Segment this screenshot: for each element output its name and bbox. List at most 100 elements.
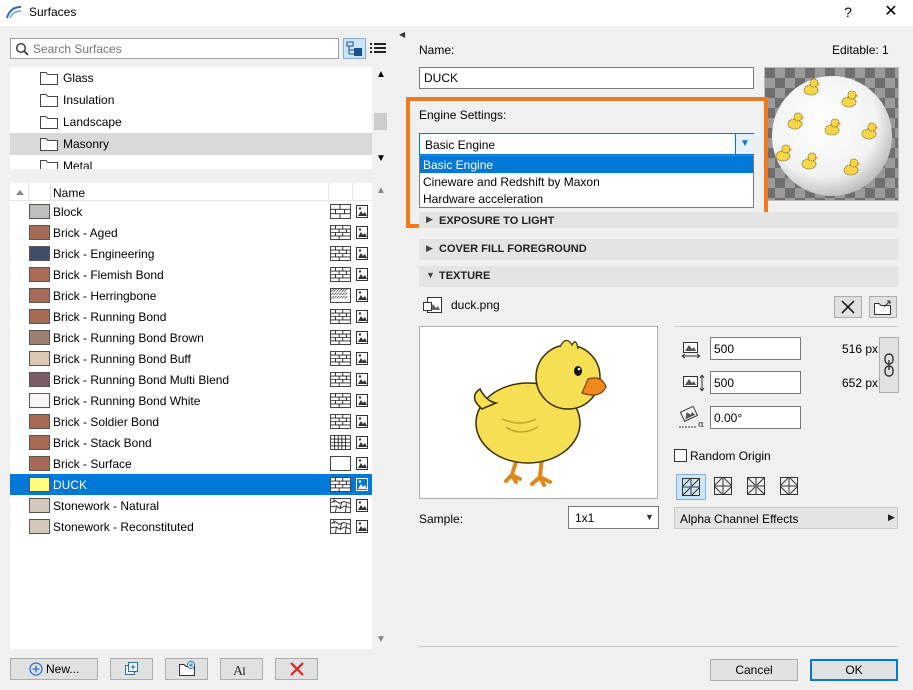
engine-select[interactable]: Basic Engine ▼ (419, 133, 754, 155)
list-item[interactable]: Brick - Soldier Bond (10, 411, 372, 432)
cancel-button[interactable]: Cancel (710, 659, 798, 681)
new-folder-button[interactable] (165, 658, 208, 680)
alpha-channel-label: Alpha Channel Effects (680, 512, 799, 526)
name-input[interactable] (419, 67, 754, 89)
folder-item[interactable]: Insulation (10, 89, 372, 111)
mirror-none-button[interactable] (676, 474, 706, 500)
divider (419, 646, 898, 647)
folder-item-selected[interactable]: Masonry (10, 133, 372, 155)
list-scrollbar[interactable] (372, 183, 389, 649)
chevron-down-icon[interactable]: ▼ (735, 134, 754, 154)
color-swatch (29, 498, 50, 513)
scrollbar-thumb[interactable] (374, 113, 387, 130)
open-texture-button[interactable] (869, 296, 897, 318)
texture-icon (355, 225, 369, 240)
name-column-header[interactable]: Name (53, 186, 85, 200)
link-dimensions-button[interactable] (879, 337, 899, 393)
color-swatch (29, 393, 50, 408)
texture-height-input[interactable] (710, 371, 801, 394)
mirror-x-button[interactable] (709, 474, 739, 500)
surface-name: Block (53, 205, 83, 219)
list-item[interactable]: Brick - Flemish Bond (10, 264, 372, 285)
random-origin-checkbox[interactable] (674, 449, 687, 462)
fill-pattern-icon (330, 393, 351, 408)
surface-name: Brick - Aged (53, 226, 118, 240)
section-exposure-to-light[interactable]: ▶ EXPOSURE TO LIGHT (419, 212, 898, 228)
duplicate-button[interactable] (110, 658, 153, 680)
list-item[interactable]: Brick - Running Bond Multi Blend (10, 369, 372, 390)
engine-settings-label: Engine Settings: (419, 108, 507, 122)
new-button-label: New... (45, 662, 80, 676)
scroll-up-icon[interactable]: ▲ (376, 185, 386, 196)
color-swatch (29, 477, 50, 492)
list-item[interactable]: Brick - Running Bond Buff (10, 348, 372, 369)
list-item[interactable]: Brick - Stack Bond (10, 432, 372, 453)
sample-select[interactable]: 1x1 ▼ (568, 506, 659, 529)
engine-option[interactable]: Basic Engine (420, 156, 753, 173)
texture-height-icon (683, 374, 705, 392)
folder-item[interactable]: Glass (10, 67, 372, 89)
list-item[interactable]: Brick - Running Bond White (10, 390, 372, 411)
fill-pattern-icon (330, 330, 351, 345)
section-texture[interactable]: ▼ TEXTURE (419, 266, 898, 287)
new-surface-button[interactable]: New... (10, 658, 98, 680)
search-box[interactable] (10, 38, 339, 59)
texture-angle-icon: α (679, 405, 704, 429)
list-item[interactable]: Stonework - Natural (10, 495, 372, 516)
color-swatch (29, 309, 50, 324)
list-item[interactable]: Brick - Running Bond (10, 306, 372, 327)
clear-texture-button[interactable] (834, 296, 862, 318)
list-item[interactable]: Brick - Surface (10, 453, 372, 474)
title-bar: Surfaces ? ✕ (0, 0, 913, 26)
texture-icon (355, 246, 369, 261)
tree-view-button[interactable] (343, 38, 366, 59)
texture-angle-input[interactable] (710, 406, 801, 429)
list-view-button[interactable] (368, 38, 390, 59)
list-item[interactable]: Brick - Engineering (10, 243, 372, 264)
list-item-selected[interactable]: DUCK (10, 474, 372, 495)
alpha-channel-effects-button[interactable]: Alpha Channel Effects ▶ (674, 507, 898, 529)
texture-icon (355, 309, 369, 324)
new-folder-icon (178, 661, 195, 676)
scroll-down-icon[interactable]: ▼ (376, 153, 386, 164)
color-swatch (29, 435, 50, 450)
mirror-y-button[interactable] (742, 474, 772, 500)
folder-item[interactable]: Landscape (10, 111, 372, 133)
close-button[interactable]: ✕ (880, 3, 902, 23)
texture-mirror-xy-icon (780, 477, 798, 495)
fill-pattern-icon (330, 288, 351, 303)
list-item[interactable]: Brick - Running Bond Brown (10, 327, 372, 348)
ok-button[interactable]: OK (810, 659, 898, 681)
delete-button[interactable] (275, 658, 318, 680)
list-item[interactable]: Block (10, 201, 372, 222)
surface-name: Brick - Engineering (53, 247, 155, 261)
mirror-xy-button[interactable] (775, 474, 805, 500)
scroll-down-icon[interactable]: ▼ (376, 634, 386, 645)
scroll-up-icon[interactable]: ▲ (376, 69, 386, 80)
engine-option[interactable]: Cineware and Redshift by Maxon (420, 173, 753, 190)
texture-icon (355, 267, 369, 282)
texture-width-input[interactable] (710, 337, 801, 360)
collapse-arrow-icon[interactable]: ◀ (399, 30, 405, 39)
help-button[interactable]: ? (838, 3, 858, 23)
fill-pattern-icon (330, 456, 351, 471)
app-icon (6, 6, 22, 19)
surface-name: Brick - Running Bond White (53, 394, 201, 408)
fill-pattern-icon (330, 477, 351, 492)
texture-height-px: 652 px (842, 376, 879, 390)
list-item[interactable]: Stonework - Reconstituted (10, 516, 372, 537)
section-cover-fill-foreground[interactable]: ▶ COVER FILL FOREGROUND (419, 239, 898, 260)
rename-button[interactable]: A I (220, 658, 263, 680)
texture-icon (355, 393, 369, 408)
search-input[interactable] (33, 40, 333, 57)
folder-icon (40, 72, 58, 85)
list-item[interactable]: Brick - Aged (10, 222, 372, 243)
panel-splitter[interactable] (398, 26, 404, 690)
engine-dropdown-list: Basic Engine Cineware and Redshift by Ma… (419, 155, 754, 208)
folder-tree-scrollbar[interactable]: ▲ ▼ (372, 67, 389, 169)
folder-item[interactable]: Metal (10, 155, 372, 169)
sort-icon[interactable] (16, 188, 24, 196)
engine-option[interactable]: Hardware acceleration (420, 190, 753, 207)
expand-arrow-icon: ▶ (426, 214, 433, 224)
list-item[interactable]: Brick - Herringbone (10, 285, 372, 306)
